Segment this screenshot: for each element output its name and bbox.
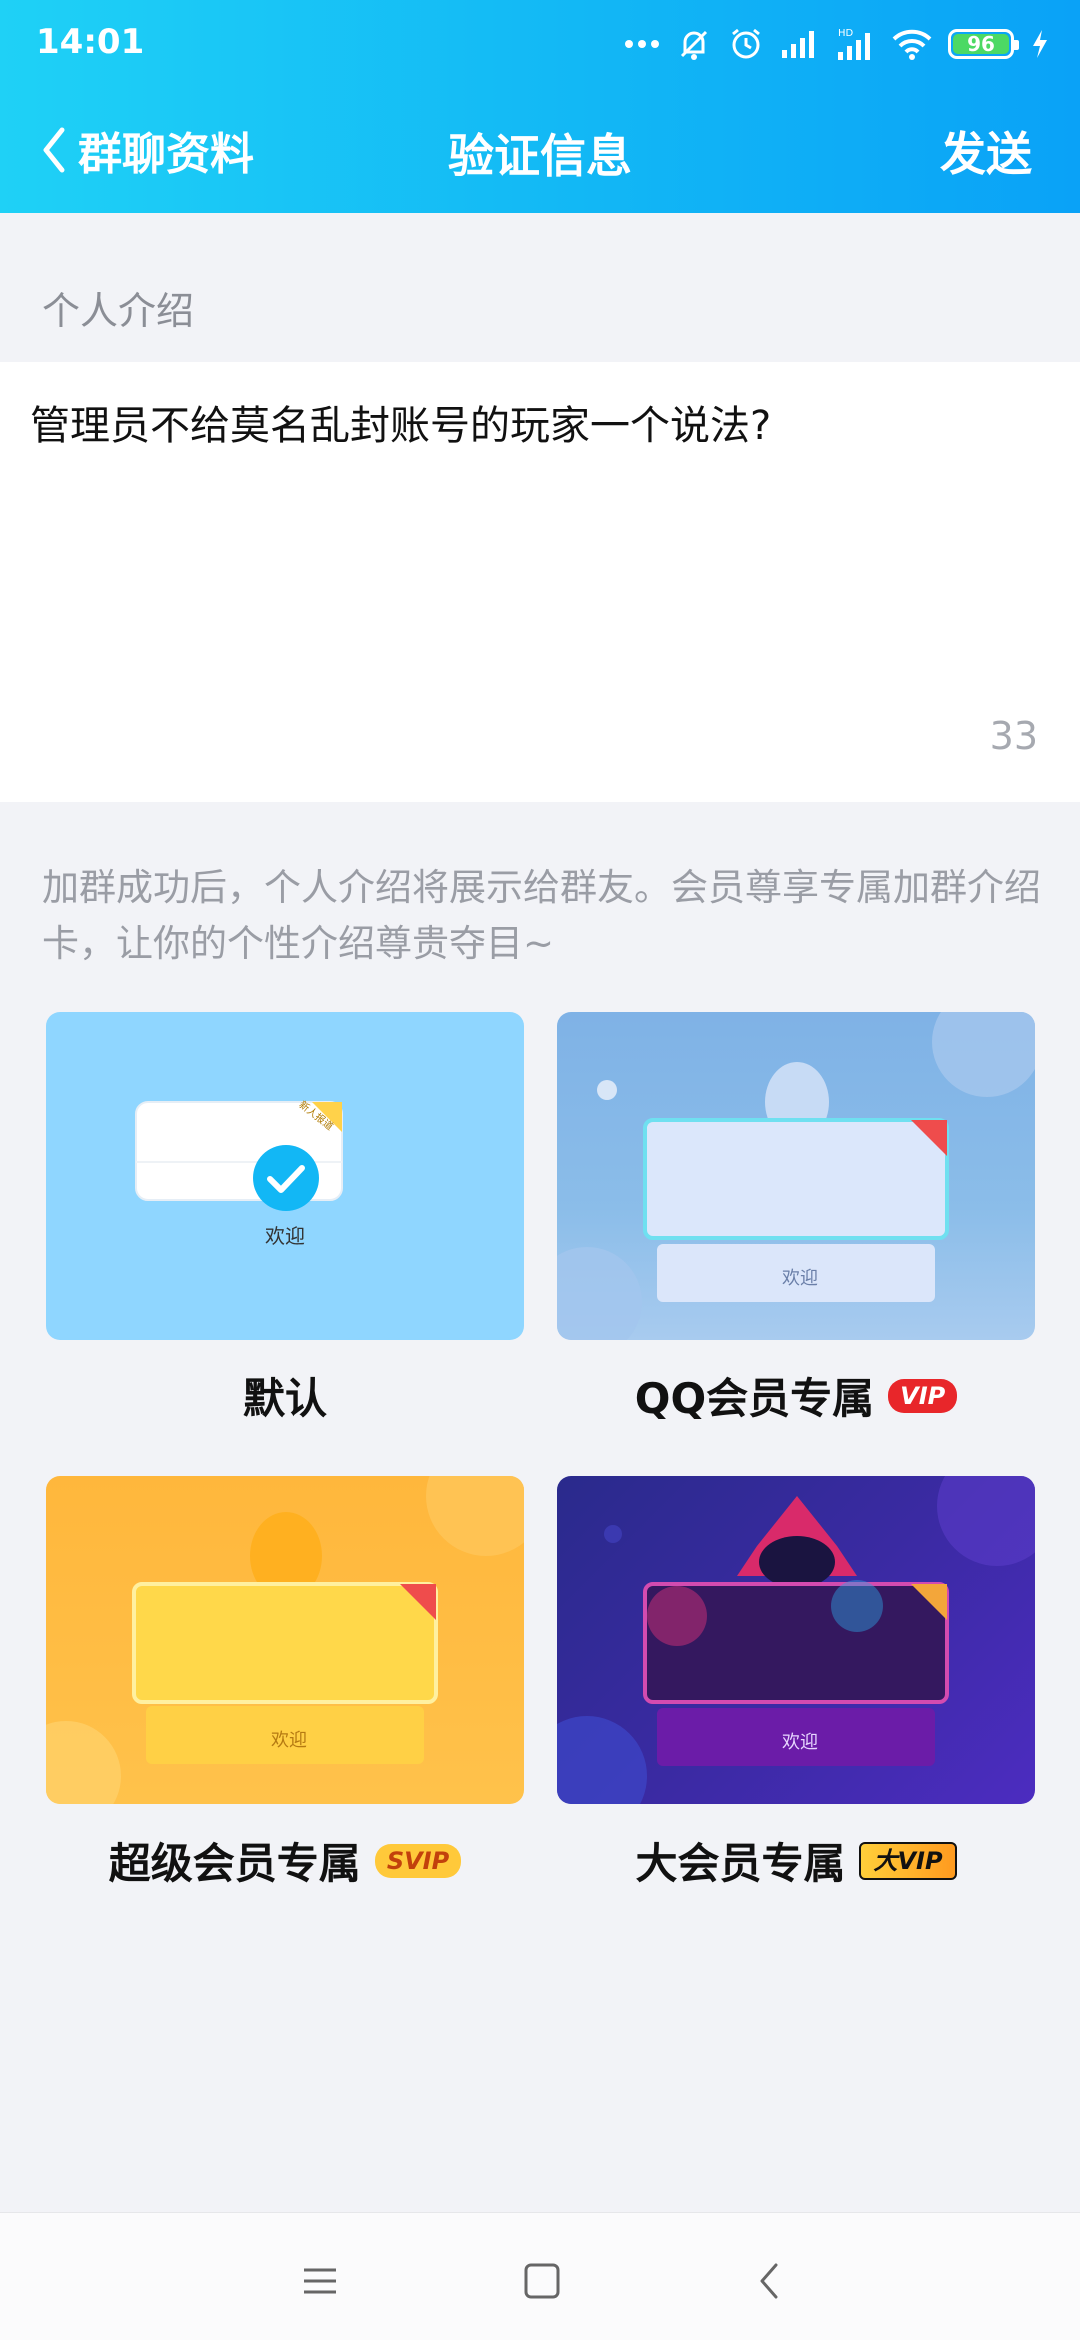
alarm-icon [732,28,760,59]
mute-bell-icon [680,30,708,60]
system-nav-bar [0,2212,1080,2340]
card-default-label-row: 默认 [46,1365,524,1426]
back-nav-icon[interactable] [742,2253,798,2309]
card-super-label-row: 超级会员专属 SVIP [46,1830,524,1891]
hd-signal-icon: HD [838,28,870,60]
card-default[interactable]: 新人报道 欢迎 [46,1012,524,1340]
card-preview-text: 欢迎 [265,1224,305,1248]
home-icon[interactable] [514,2253,570,2309]
status-icons: HD 96 [624,22,1050,66]
card-big-label-row: 大会员专属 大VIP [557,1830,1035,1891]
hint-text: 加群成功后，个人介绍将展示给群友。会员尊享专属加群介绍卡，让你的个性介绍尊贵夺目… [42,866,1041,965]
card-label: 大会员专属 [635,1839,846,1888]
check-circle-icon [253,1145,319,1211]
header: 14:01 HD 96 群聊资料 验证信息 发送 [0,0,1080,213]
section-label: 个人介绍 [42,289,195,333]
card-big-art: 欢迎 [557,1476,1035,1804]
wifi-icon [892,29,932,60]
card-qq-art: 欢迎 [557,1012,1035,1340]
card-super-member[interactable]: 欢迎 [46,1476,524,1804]
card-preview-text: 欢迎 [782,1732,818,1753]
svip-badge: SVIP [374,1843,462,1878]
card-label: 超级会员专属 [108,1839,361,1888]
card-preview-text: 欢迎 [782,1268,818,1289]
card-label: QQ会员专属 [634,1374,875,1423]
signal-icon [782,31,814,58]
battery-level: 96 [967,32,995,56]
svg-text:HD: HD [838,28,854,39]
navbar: 群聊资料 验证信息 发送 [0,100,1080,190]
send-button[interactable]: 发送 [940,118,1032,184]
card-big-member[interactable]: 欢迎 [557,1476,1035,1804]
card-super-art: 欢迎 [46,1476,524,1804]
vip-badge: VIP [888,1378,958,1413]
big-vip-badge: 大VIP [859,1841,957,1880]
card-label: 默认 [242,1374,327,1423]
charging-icon [1033,30,1047,58]
card-qq-member[interactable]: 欢迎 [557,1012,1035,1340]
intro-textarea[interactable]: 管理员不给莫名乱封账号的玩家一个说法? 33 [0,362,1080,802]
battery-indicator: 96 [948,29,1019,59]
card-preview-text: 欢迎 [271,1730,307,1751]
card-qq-label-row: QQ会员专属 VIP [557,1365,1035,1426]
page-title: 验证信息 [448,129,632,183]
more-dots-icon [625,40,659,48]
status-bar: 14:01 HD 96 [0,0,1080,88]
intro-text[interactable]: 管理员不给莫名乱封账号的玩家一个说法? [30,398,1050,454]
status-time: 14:01 [36,22,145,62]
menu-icon[interactable] [292,2253,348,2309]
char-count: 33 [989,714,1038,758]
